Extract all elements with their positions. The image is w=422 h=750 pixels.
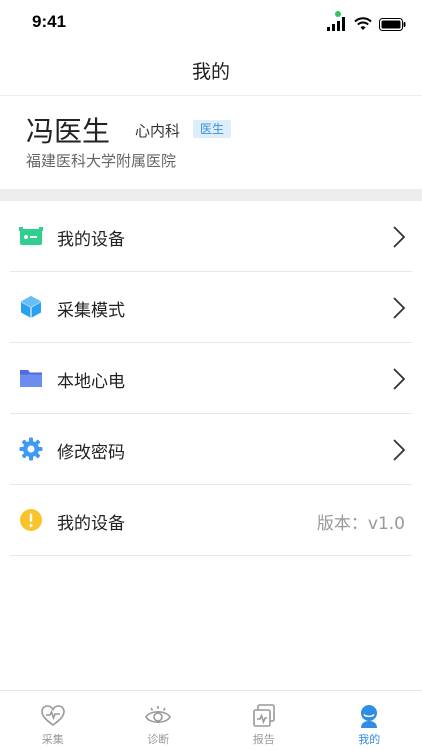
report-icon bbox=[252, 704, 275, 727]
heart-pulse-icon bbox=[40, 705, 65, 726]
settings-menu: 我的设备 采集模式 本地心电 修改密码 我的设备 版本：v1.0 bbox=[0, 201, 422, 556]
tab-diagnosis[interactable]: 诊断 bbox=[106, 691, 212, 750]
status-time: 9:41 bbox=[32, 12, 67, 31]
menu-item-local-ecg[interactable]: 本地心电 bbox=[10, 343, 412, 414]
chevron-right-icon bbox=[393, 439, 406, 461]
tab-label: 报告 bbox=[252, 733, 275, 746]
role-badge: 医生 bbox=[193, 120, 232, 138]
chevron-right-icon bbox=[393, 368, 406, 390]
profile-hospital: 福建医科大学附属医院 bbox=[26, 152, 177, 170]
section-divider bbox=[0, 189, 422, 201]
tab-label: 我的 bbox=[358, 733, 381, 746]
tab-capture[interactable]: 采集 bbox=[0, 691, 106, 750]
signal-icon bbox=[327, 17, 345, 31]
menu-item-version[interactable]: 我的设备 版本：v1.0 bbox=[10, 485, 412, 556]
status-bar: 9:41 bbox=[0, 0, 422, 44]
menu-item-change-password[interactable]: 修改密码 bbox=[10, 414, 412, 485]
profile-card: 冯医生 心内科 医生 福建医科大学附属医院 bbox=[0, 96, 422, 189]
menu-item-label: 本地心电 bbox=[57, 372, 125, 392]
menu-item-capture-mode[interactable]: 采集模式 bbox=[10, 272, 412, 343]
status-icons bbox=[327, 14, 406, 34]
chevron-right-icon bbox=[393, 297, 406, 319]
eye-icon bbox=[145, 706, 172, 724]
tab-mine[interactable]: 我的 bbox=[317, 691, 422, 750]
profile-name: 冯医生 bbox=[26, 115, 111, 148]
menu-item-my-device[interactable]: 我的设备 bbox=[10, 201, 412, 272]
user-icon bbox=[361, 705, 378, 728]
nav-bar: 我的 bbox=[0, 46, 422, 96]
chevron-right-icon bbox=[393, 226, 406, 248]
tab-bar: 采集 诊断 报告 我的 bbox=[0, 690, 422, 750]
tab-report[interactable]: 报告 bbox=[211, 691, 317, 750]
tab-label: 采集 bbox=[41, 733, 64, 746]
battery-icon bbox=[379, 17, 406, 31]
profile-department: 心内科 bbox=[135, 122, 181, 140]
page-title: 我的 bbox=[191, 61, 230, 83]
menu-item-label: 修改密码 bbox=[57, 443, 125, 463]
wifi-icon bbox=[354, 17, 372, 30]
version-value: 版本：v1.0 bbox=[316, 514, 405, 534]
tab-label: 诊断 bbox=[147, 733, 170, 746]
menu-item-label: 采集模式 bbox=[57, 301, 125, 321]
menu-item-label: 我的设备 bbox=[57, 514, 125, 534]
device-icon bbox=[19, 227, 43, 245]
menu-item-label: 我的设备 bbox=[57, 230, 125, 250]
info-icon bbox=[20, 509, 42, 531]
gear-icon bbox=[19, 437, 43, 461]
folder-icon bbox=[20, 370, 42, 387]
cube-icon bbox=[20, 296, 42, 318]
